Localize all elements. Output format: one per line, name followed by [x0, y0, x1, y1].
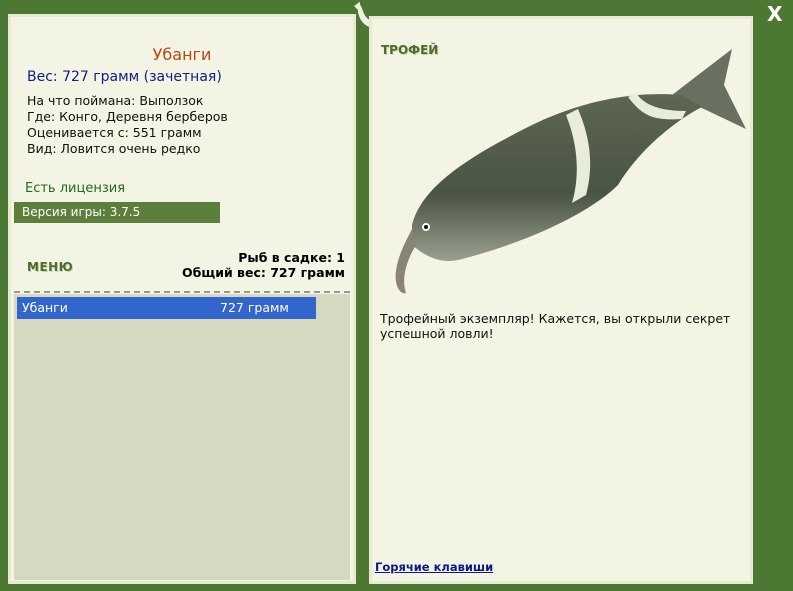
fish-name-title: Убанги: [152, 45, 212, 64]
divider: [14, 291, 350, 293]
trophy-label: ТРОФЕЙ: [381, 43, 439, 57]
rated-from-text: Оценивается с: 551 грамм: [27, 125, 202, 140]
location-text: Где: Конго, Деревня берберов: [27, 109, 228, 124]
hotkeys-link[interactable]: Горячие клавиши: [375, 560, 493, 574]
keepnet-total-weight: Общий вес: 727 грамм: [182, 265, 345, 280]
keepnet-list: Убанги 727 грамм: [14, 294, 350, 580]
fish-weight: Вес: 727 грамм (зачетная): [27, 69, 222, 85]
fish-image: [395, 49, 746, 294]
trophy-description: Трофейный экземпляр! Кажется, вы открыли…: [380, 311, 731, 341]
list-item-name: Убанги: [22, 300, 68, 315]
caught-on-text: На что поймана: Выползок: [27, 93, 204, 108]
trophy-panel: ТРОФЕЙ Трофейный экземпляр! Кажется, вы …: [369, 16, 753, 584]
list-item[interactable]: Убанги 727 грамм: [17, 297, 316, 319]
fish-info-panel: Убанги Вес: 727 грамм (зачетная) На что …: [8, 14, 356, 584]
close-button[interactable]: X: [767, 2, 782, 26]
rarity-text: Вид: Ловится очень редко: [27, 141, 201, 156]
list-item-weight: 727 грамм: [220, 300, 289, 315]
game-version-bar: Версия игры: 3.7.5: [14, 202, 220, 223]
keepnet-count: Рыб в садке: 1: [238, 250, 345, 265]
menu-button[interactable]: МЕНЮ: [27, 260, 73, 274]
license-status: Есть лицензия: [25, 181, 126, 196]
